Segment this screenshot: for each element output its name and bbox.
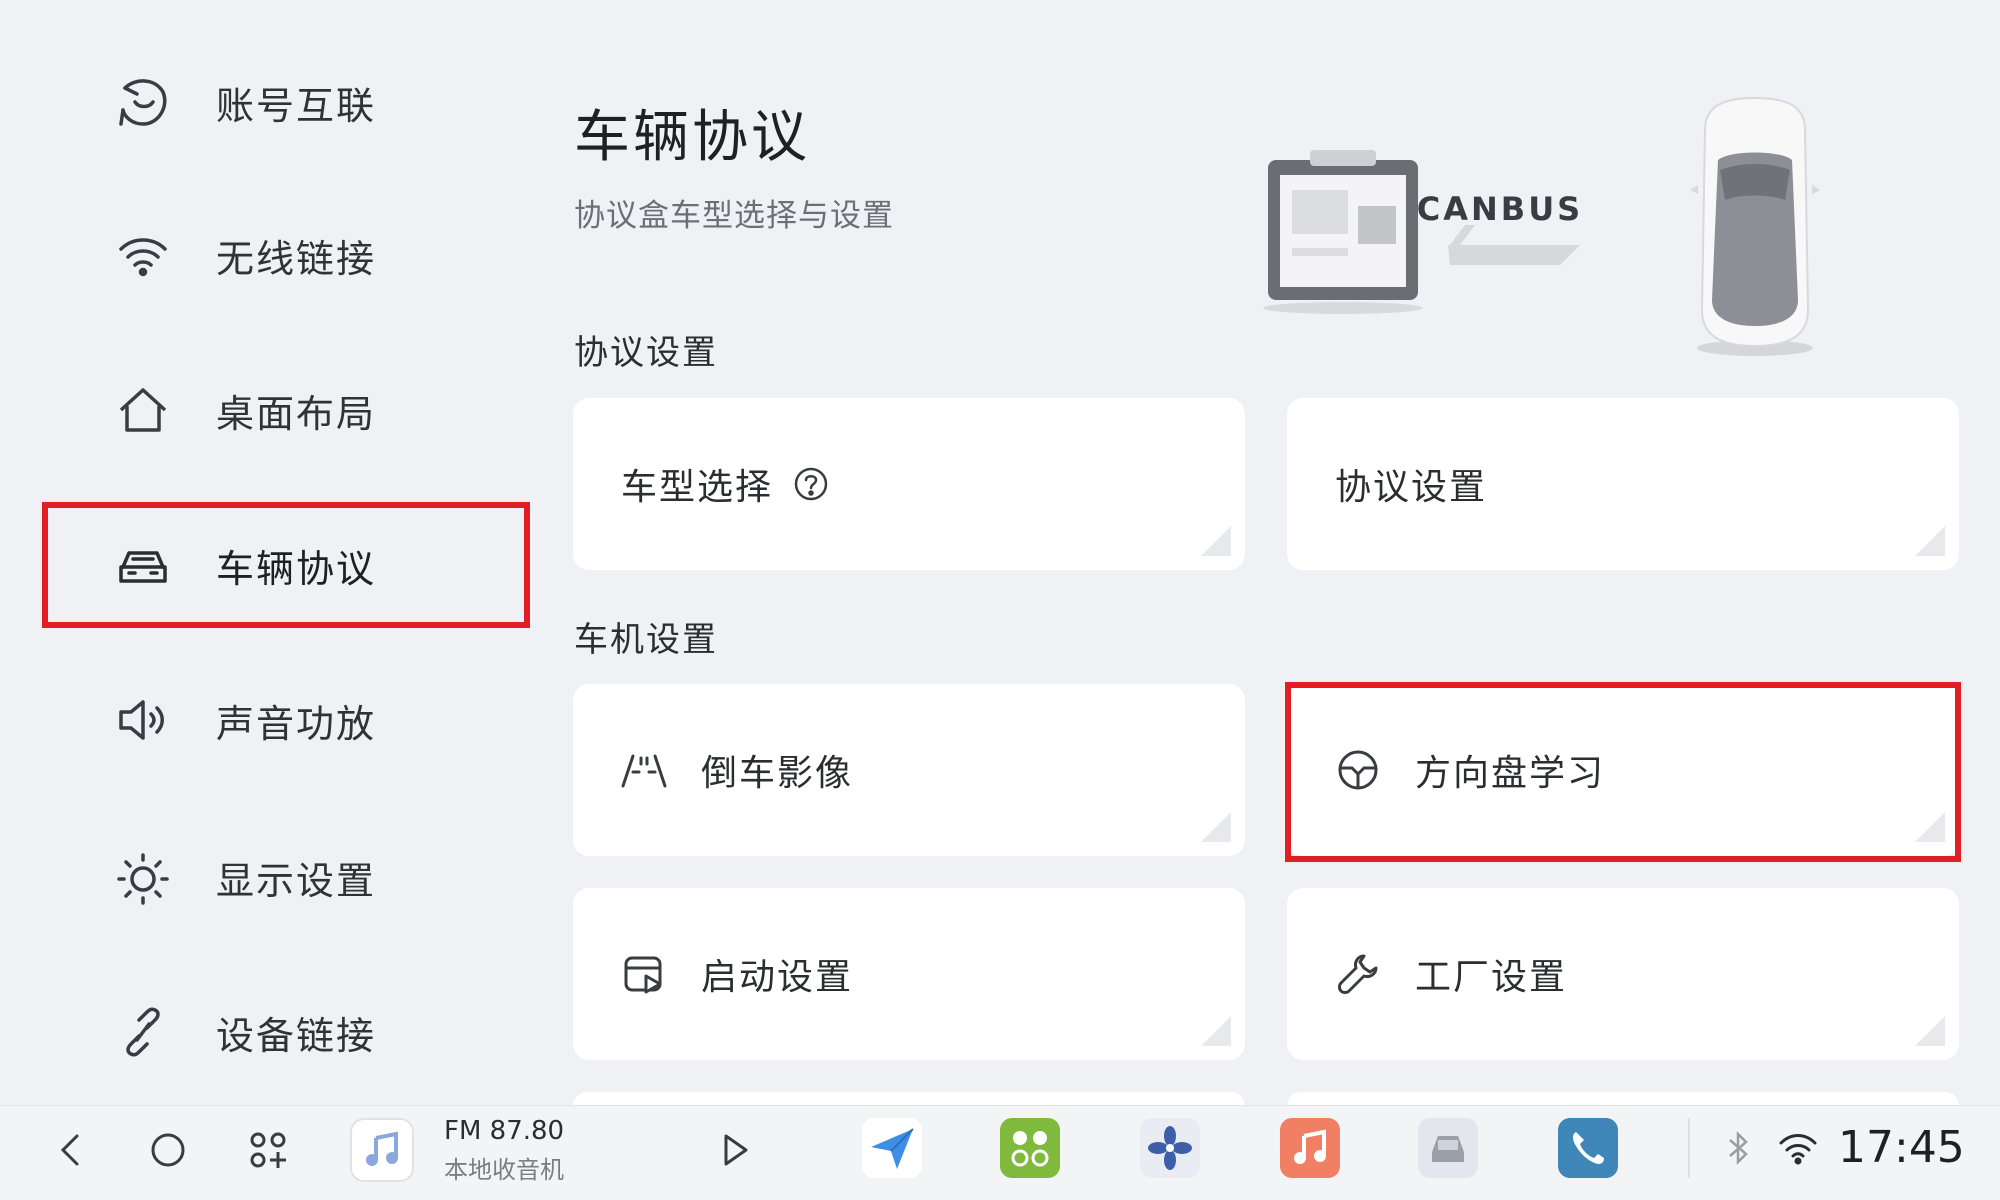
page-subtitle: 协议盒车型选择与设置 (574, 198, 894, 234)
steering-wheel-learn-card[interactable]: 方向盘学习 (1287, 684, 1959, 856)
section-title-head-unit: 车机设置 (574, 620, 718, 660)
speaker-icon (110, 687, 176, 753)
card-label: 车型选择 (621, 467, 774, 508)
music-note-icon (350, 1118, 414, 1182)
sidebar-item-label: 显示设置 (216, 858, 377, 903)
sidebar-item-display[interactable]: 显示设置 (110, 827, 376, 927)
link-icon (110, 999, 176, 1065)
card-label: 倒车影像 (701, 753, 854, 794)
startup-icon (617, 947, 671, 1001)
media-widget[interactable]: FM 87.80 本地收音机 (350, 1110, 790, 1196)
startup-settings-card[interactable]: 启动设置 (573, 888, 1245, 1060)
brightness-icon (110, 844, 176, 910)
sidebar-item-label: 车辆协议 (216, 546, 377, 591)
corner-indicator-icon (1201, 812, 1231, 842)
sidebar: 账号互联 无线链接 桌面布局 车辆协议 声音功放 显示设置 设备链接 (0, 0, 540, 1105)
section-title-protocol: 协议设置 (574, 333, 718, 373)
account-link-icon (110, 69, 176, 135)
steering-wheel-icon (1331, 743, 1385, 797)
corner-indicator-icon (1201, 526, 1231, 556)
car-app-icon[interactable] (1418, 1118, 1478, 1178)
sidebar-item-sound[interactable]: 声音功放 (110, 670, 376, 770)
sidebar-item-desktop[interactable]: 桌面布局 (110, 360, 376, 460)
dock-divider (1688, 1118, 1690, 1178)
corner-indicator-icon (1915, 812, 1945, 842)
reverse-camera-card[interactable]: 倒车影像 (573, 684, 1245, 856)
sidebar-item-account[interactable]: 账号互联 (110, 52, 376, 152)
next-row-card-right (1287, 1092, 1959, 1106)
car-model-select-card[interactable]: 车型选择 (573, 398, 1245, 570)
wifi-status-icon (1778, 1128, 1818, 1168)
fan-app-icon[interactable] (1140, 1118, 1200, 1178)
back-icon[interactable] (40, 1120, 100, 1180)
play-icon[interactable] (705, 1120, 765, 1180)
canbus-illustration: CANBUS (1250, 90, 1830, 360)
status-clock: 17:45 (1838, 1122, 1965, 1173)
apps-app-icon[interactable] (1000, 1118, 1060, 1178)
media-subtitle: 本地收音机 (444, 1156, 564, 1184)
music-app-icon[interactable] (1280, 1118, 1340, 1178)
car-icon (110, 532, 176, 598)
sidebar-item-label: 设备链接 (216, 1013, 377, 1058)
reverse-camera-icon (617, 743, 671, 797)
corner-indicator-icon (1201, 1016, 1231, 1046)
media-title: FM 87.80 (444, 1116, 565, 1146)
bluetooth-icon (1718, 1128, 1758, 1168)
page-title: 车辆协议 (574, 105, 810, 170)
wifi-icon (110, 222, 176, 288)
sidebar-item-label: 声音功放 (216, 701, 377, 746)
phone-app-icon[interactable] (1558, 1118, 1618, 1178)
sidebar-item-label: 无线链接 (216, 236, 377, 281)
protocol-settings-card[interactable]: 协议设置 (1287, 398, 1959, 570)
corner-indicator-icon (1915, 526, 1945, 556)
sidebar-item-vehicle-protocol[interactable]: 车辆协议 (110, 515, 376, 615)
card-label: 工厂设置 (1415, 957, 1568, 998)
canbus-label: CANBUS (1417, 190, 1583, 228)
sidebar-item-label: 账号互联 (216, 83, 377, 128)
wrench-icon (1331, 947, 1385, 1001)
factory-settings-card[interactable]: 工厂设置 (1287, 888, 1959, 1060)
corner-indicator-icon (1915, 1016, 1945, 1046)
sidebar-item-label: 桌面布局 (216, 391, 377, 436)
next-row-card-left (573, 1092, 1245, 1106)
help-icon[interactable] (791, 464, 831, 504)
card-label: 方向盘学习 (1415, 753, 1606, 794)
navigation-app-icon[interactable] (862, 1118, 922, 1178)
home-icon (110, 377, 176, 443)
sidebar-item-wifi[interactable]: 无线链接 (110, 205, 376, 305)
sidebar-item-device-link[interactable]: 设备链接 (110, 982, 376, 1082)
apps-grid-icon[interactable] (238, 1120, 298, 1180)
card-label: 协议设置 (1335, 467, 1488, 508)
home-circle-icon[interactable] (138, 1120, 198, 1180)
card-label: 启动设置 (701, 957, 854, 998)
